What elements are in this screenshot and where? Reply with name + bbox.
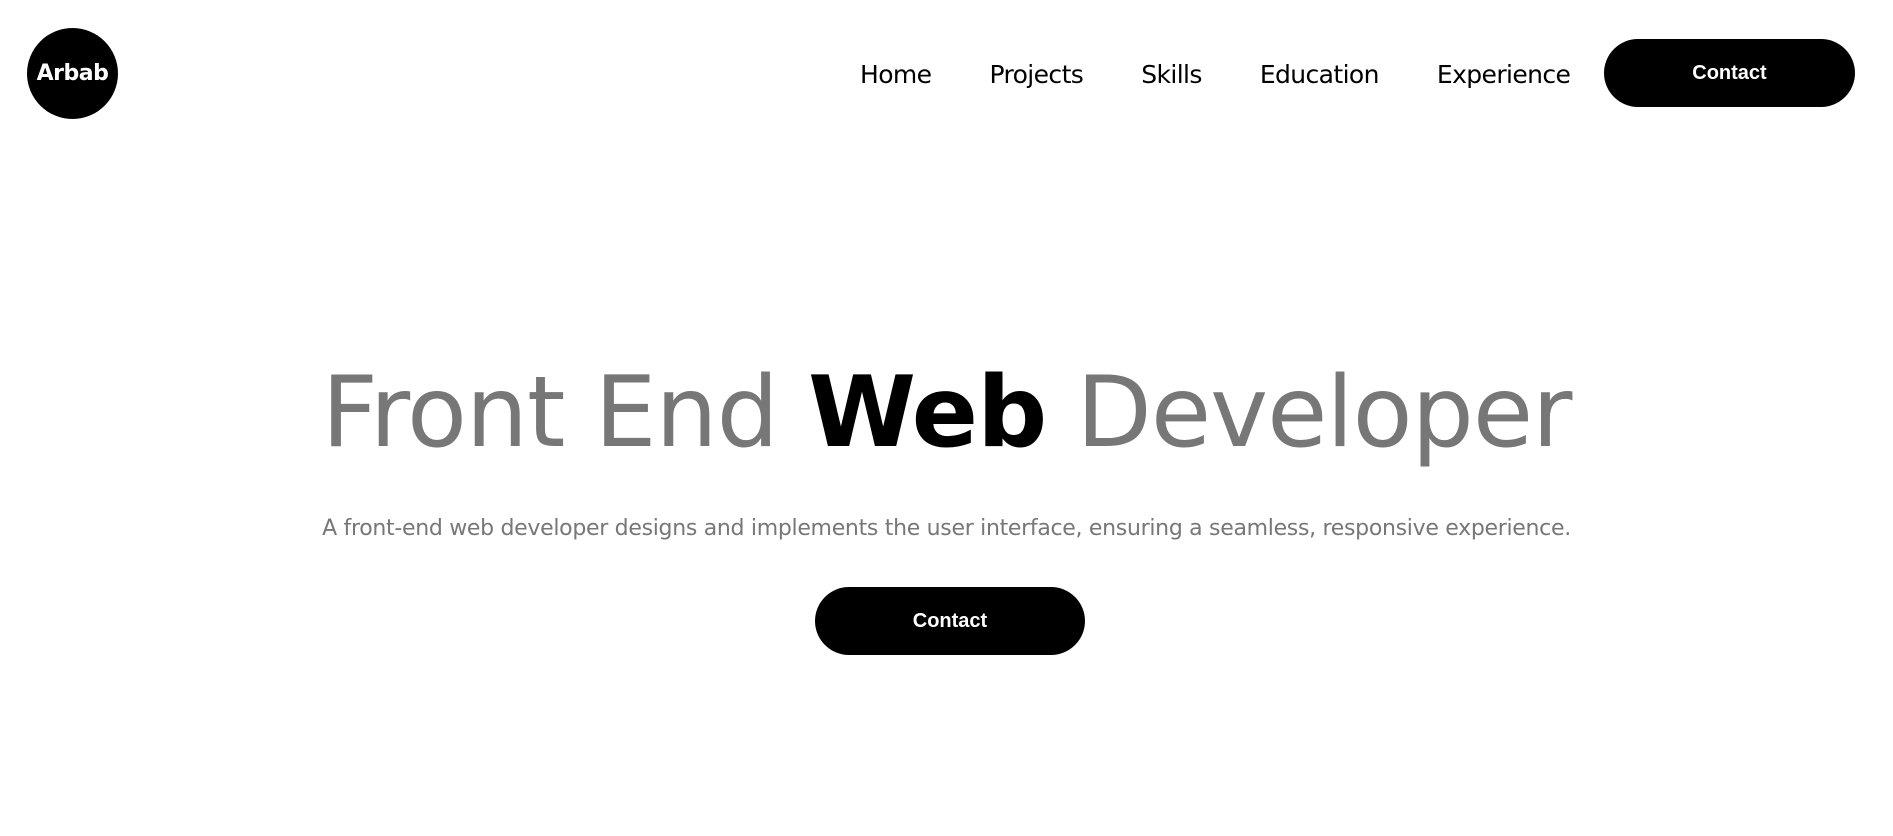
hero-subtitle: A front-end web developer designs and im… <box>322 516 1571 541</box>
hero-title-part2: Developer <box>1046 356 1572 470</box>
hero-title-accent: Web <box>808 356 1047 470</box>
nav-link-education[interactable]: Education <box>1260 60 1380 89</box>
site-header: Arbab Home Projects Skills Education Exp… <box>0 0 1893 150</box>
hero-contact-button[interactable]: Contact <box>815 587 1085 655</box>
hero-title: Front End Web Developer <box>0 352 1893 474</box>
header-contact-button[interactable]: Contact <box>1604 39 1855 107</box>
nav-link-projects[interactable]: Projects <box>989 60 1083 89</box>
logo[interactable]: Arbab <box>27 28 118 119</box>
nav-link-home[interactable]: Home <box>860 60 932 89</box>
main-nav: Home Projects Skills Education Experienc… <box>860 56 1571 92</box>
nav-link-experience[interactable]: Experience <box>1437 60 1571 89</box>
nav-link-skills[interactable]: Skills <box>1141 60 1202 89</box>
hero-title-part1: Front End <box>321 356 808 470</box>
logo-text: Arbab <box>36 61 109 86</box>
